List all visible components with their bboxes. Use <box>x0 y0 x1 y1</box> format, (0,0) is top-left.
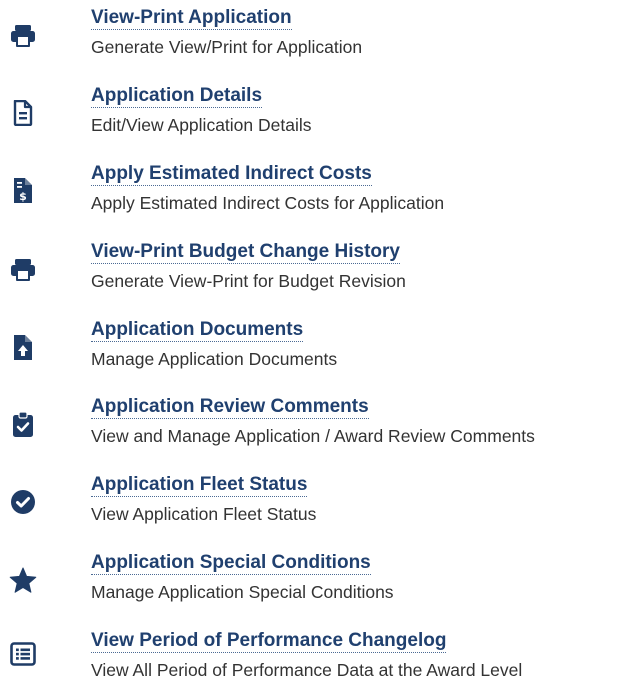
list-item-application-special-conditions: Application Special Conditions Manage Ap… <box>0 549 636 619</box>
view-print-application-link[interactable]: View-Print Application <box>91 7 292 30</box>
list-item-application-fleet-status: Application Fleet Status View Applicatio… <box>0 471 636 541</box>
document-icon <box>6 96 40 130</box>
application-documents-link[interactable]: Application Documents <box>91 319 304 342</box>
application-review-comments-link[interactable]: Application Review Comments <box>91 396 369 419</box>
list-item-application-documents: Application Documents Manage Application… <box>0 316 636 386</box>
item-description: Apply Estimated Indirect Costs for Appli… <box>91 193 445 213</box>
item-description: View All Period of Performance Data at t… <box>91 660 523 680</box>
item-description: View and Manage Application / Award Revi… <box>91 426 535 446</box>
list-item-view-period-of-performance-changelog: View Period of Performance Changelog Vie… <box>0 627 636 697</box>
star-icon <box>6 563 40 597</box>
list-item-application-details: Application Details Edit/View Applicatio… <box>0 82 636 152</box>
item-description: Manage Application Documents <box>91 349 338 369</box>
invoice-dollar-icon: $ <box>6 173 40 207</box>
svg-text:$: $ <box>19 190 27 203</box>
list-item-view-print-budget-change-history: View-Print Budget Change History Generat… <box>0 238 636 308</box>
application-special-conditions-link[interactable]: Application Special Conditions <box>91 552 371 575</box>
application-details-link[interactable]: Application Details <box>91 85 263 108</box>
application-fleet-status-link[interactable]: Application Fleet Status <box>91 474 308 497</box>
list-item-application-review-comments: Application Review Comments View and Man… <box>0 393 636 463</box>
printer-icon <box>6 253 40 287</box>
item-description: Manage Application Special Conditions <box>91 582 394 602</box>
check-circle-icon <box>6 485 40 519</box>
item-description: Edit/View Application Details <box>91 115 312 135</box>
printer-icon <box>6 19 40 53</box>
item-description: Generate View-Print for Budget Revision <box>91 271 406 291</box>
list-item-apply-estimated-indirect-costs: $ Apply Estimated Indirect Costs Apply E… <box>0 160 636 230</box>
list-item-view-print-application: View-Print Application Generate View/Pri… <box>0 4 636 74</box>
file-upload-icon <box>6 330 40 364</box>
clipboard-check-icon <box>6 407 40 441</box>
view-print-budget-change-history-link[interactable]: View-Print Budget Change History <box>91 241 400 264</box>
item-description: View Application Fleet Status <box>91 504 317 524</box>
view-period-of-performance-changelog-link[interactable]: View Period of Performance Changelog <box>91 630 447 653</box>
list-alt-icon <box>6 637 40 671</box>
item-description: Generate View/Print for Application <box>91 37 363 57</box>
apply-estimated-indirect-costs-link[interactable]: Apply Estimated Indirect Costs <box>91 163 372 186</box>
